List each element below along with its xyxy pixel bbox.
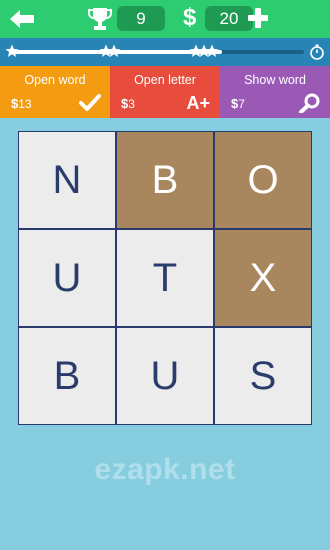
show-word-label: Show word bbox=[244, 73, 306, 87]
letter-tile[interactable]: S bbox=[215, 328, 311, 424]
letter-plus-icon: A+ bbox=[186, 93, 210, 113]
open-letter-cost-value: 3 bbox=[128, 97, 135, 111]
open-letter-button[interactable]: Open letter $3 A+ bbox=[110, 66, 220, 118]
show-word-button[interactable]: Show word $7 bbox=[220, 66, 330, 118]
plus-icon[interactable] bbox=[247, 7, 269, 29]
star-icon bbox=[107, 44, 121, 57]
check-icon bbox=[79, 94, 101, 111]
coin-counter: 20 bbox=[205, 6, 253, 31]
letter-tile[interactable]: X bbox=[215, 230, 311, 326]
open-word-cost-value: 13 bbox=[18, 97, 32, 111]
letter-tile[interactable]: N bbox=[19, 132, 115, 228]
show-word-cost-value: 7 bbox=[238, 97, 245, 111]
letter-tile[interactable]: B bbox=[19, 328, 115, 424]
letter-tile[interactable]: U bbox=[117, 328, 213, 424]
letter-tile[interactable]: O bbox=[215, 132, 311, 228]
open-word-label: Open word bbox=[24, 73, 86, 87]
open-letter-label: Open letter bbox=[134, 73, 196, 87]
watermark: ezapk.net bbox=[94, 453, 236, 486]
star-icon bbox=[5, 44, 19, 57]
open-word-cost: $13 bbox=[11, 96, 32, 111]
trophy-icon bbox=[88, 8, 112, 30]
score-counter: 9 bbox=[117, 6, 165, 31]
top-bar: 9 $ 20 bbox=[0, 0, 330, 38]
level-progress-bar bbox=[0, 38, 330, 66]
letter-tile[interactable]: U bbox=[19, 230, 115, 326]
progress-track bbox=[12, 50, 304, 54]
open-word-button[interactable]: Open word $13 bbox=[0, 66, 110, 118]
left-arrow-icon[interactable] bbox=[8, 7, 36, 31]
star-icon bbox=[205, 44, 219, 57]
letter-tile[interactable]: T bbox=[117, 230, 213, 326]
currency-symbol: $ bbox=[183, 4, 197, 31]
letter-tile[interactable]: B bbox=[117, 132, 213, 228]
open-letter-cost: $3 bbox=[121, 96, 135, 111]
stopwatch-icon bbox=[310, 44, 324, 60]
letter-board: N B O U T X B U S bbox=[18, 131, 312, 425]
show-word-cost: $7 bbox=[231, 96, 245, 111]
magnifier-icon bbox=[299, 93, 320, 113]
